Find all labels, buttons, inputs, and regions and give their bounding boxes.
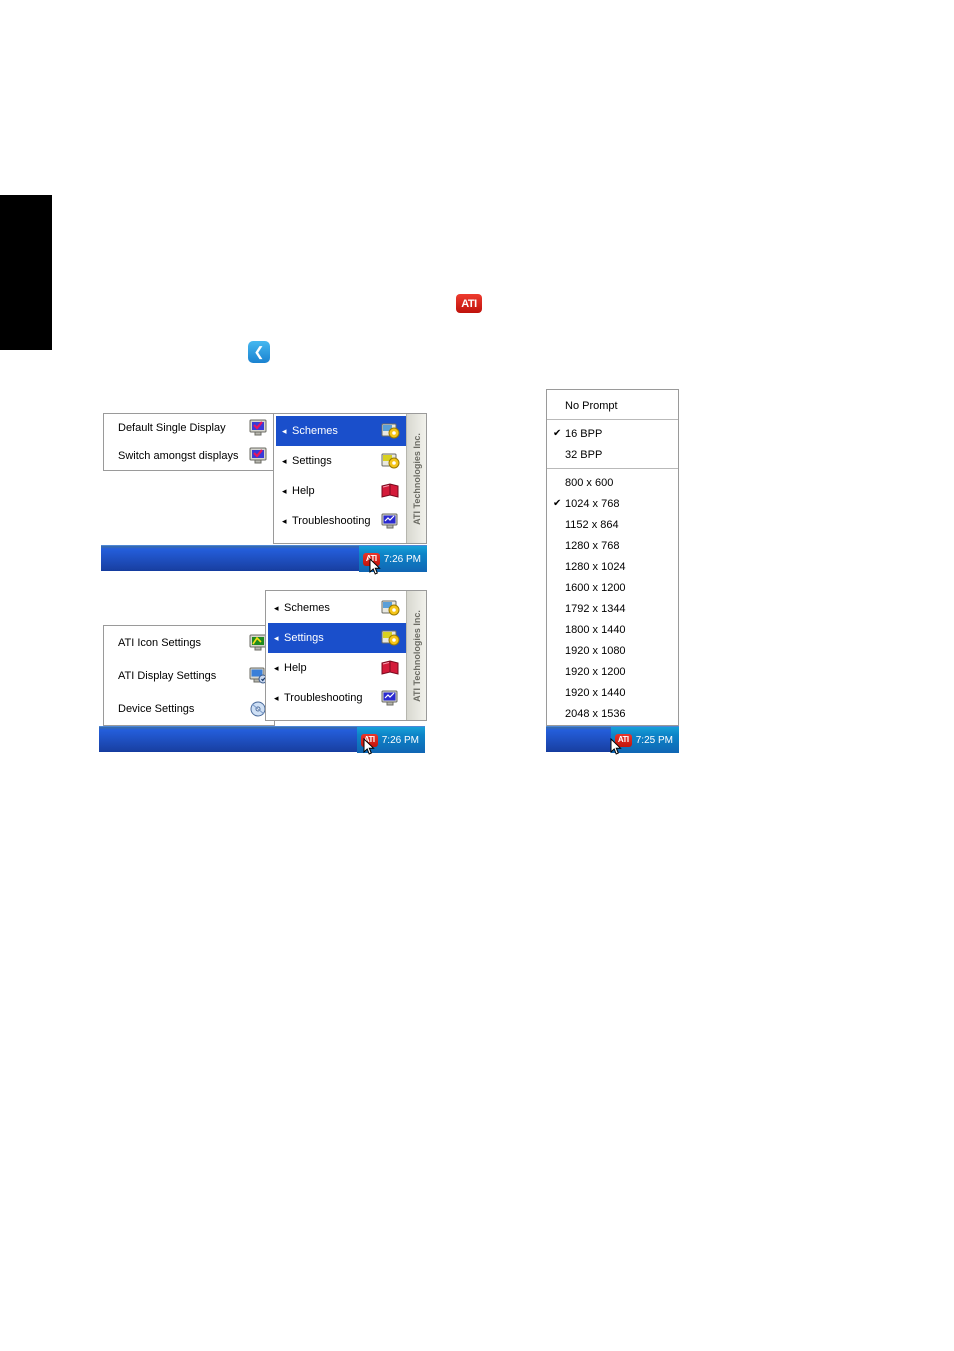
menu-c-item-1920x1080[interactable]: 1920 x 1080 <box>547 640 678 661</box>
menu-c-label-2-6: 1792 x 1344 <box>565 602 626 615</box>
menu-b-item-device-settings[interactable]: Device Settings <box>104 692 274 725</box>
menu-a-item-default-single-display[interactable]: Default Single Display <box>104 414 274 442</box>
menu-a-main-panel: ◂ Schemes ◂ Settings ◂ Help ◂ Troublesho… <box>273 413 427 544</box>
help-book-icon <box>380 659 400 677</box>
chevron-left-icon: ◂ <box>282 485 287 496</box>
chevron-left-icon: ◂ <box>274 662 279 673</box>
menu-b-right-label-1: Settings <box>284 632 324 644</box>
menu-c-item-1920x1200[interactable]: 1920 x 1200 <box>547 661 678 682</box>
menu-b-main-panel: ◂ Schemes ◂ Settings ◂ Help ◂ Troublesho… <box>265 590 427 721</box>
menu-a-left-panel: Default Single Display Switch amongst di… <box>103 413 275 471</box>
back-button-icon[interactable]: ❮ <box>248 341 270 363</box>
page-edge-tab <box>0 195 52 350</box>
menu-a-item-help[interactable]: ◂ Help <box>276 476 406 506</box>
chevron-left-icon: ◂ <box>274 632 279 643</box>
mouse-cursor-c <box>610 737 622 756</box>
menu-b-left-label-2: Device Settings <box>118 702 195 715</box>
menu-b-item-settings[interactable]: ◂ Settings <box>268 623 406 653</box>
menu-c-label-2-5: 1600 x 1200 <box>565 581 626 594</box>
menu-a-left-label-0: Default Single Display <box>118 422 226 434</box>
menu-c-item-1600x1200[interactable]: 1600 x 1200 <box>547 577 678 598</box>
menu-c-item-no-prompt[interactable]: No Prompt <box>547 393 678 419</box>
ati-banner-a-text: ATI Technologies Inc. <box>411 432 422 525</box>
menu-c-label-2-4: 1280 x 1024 <box>565 560 626 573</box>
ati-logo-icon: ATI <box>456 294 482 313</box>
taskbar-b: ATI 7:26 PM <box>99 726 425 753</box>
menu-c-label-0-0: No Prompt <box>565 400 618 412</box>
menu-a-right-label-1: Settings <box>292 455 332 467</box>
menu-a-item-schemes[interactable]: ◂ Schemes <box>276 416 406 446</box>
menu-a-right-label-0: Schemes <box>292 425 338 437</box>
menu-c-item-1800x1440[interactable]: 1800 x 1440 <box>547 619 678 640</box>
mouse-cursor-b <box>363 737 375 756</box>
troubleshooting-icon <box>380 689 400 707</box>
taskbar-b-clock: 7:26 PM <box>381 734 419 746</box>
menu-c-item-1792x1344[interactable]: 1792 x 1344 <box>547 598 678 619</box>
menu-b-left-panel: ATI Icon Settings ATI Display Settings D… <box>103 625 275 726</box>
schemes-icon <box>380 422 400 440</box>
ati-logo-glyph: ATI <box>456 294 482 313</box>
menu-c-item-1280x1024[interactable]: 1280 x 1024 <box>547 556 678 577</box>
menu-c-item-1024x768[interactable]: ✔ 1024 x 768 <box>547 493 678 514</box>
menu-c-label-2-8: 1920 x 1080 <box>565 644 626 657</box>
menu-c-label-1-0: 16 BPP <box>565 427 603 440</box>
menu-a-item-switch-amongst-displays[interactable]: Switch amongst displays <box>104 442 274 470</box>
menu-c-item-800x600[interactable]: 800 x 600 <box>547 472 678 493</box>
monitor-check-icon <box>248 419 268 437</box>
menu-b-right-label-3: Troubleshooting <box>284 692 363 704</box>
menu-c-item-1920x1440[interactable]: 1920 x 1440 <box>547 682 678 703</box>
menu-a-right-label-2: Help <box>292 485 315 497</box>
menu-a-item-settings[interactable]: ◂ Settings <box>276 446 406 476</box>
menu-b-item-troubleshooting[interactable]: ◂ Troubleshooting <box>268 683 406 713</box>
menu-b-left-label-1: ATI Display Settings <box>118 669 217 682</box>
check-icon: ✔ <box>553 427 562 439</box>
settings-icon <box>380 452 400 470</box>
menu-b-right-label-0: Schemes <box>284 602 330 614</box>
menu-a-right-label-3: Troubleshooting <box>292 515 371 527</box>
menu-c-item-1152x864[interactable]: 1152 x 864 <box>547 514 678 535</box>
menu-c-separator-1 <box>547 419 678 420</box>
menu-c-panel: No Prompt ✔ 16 BPP 32 BPP 800 x 600 ✔ 10… <box>546 389 679 726</box>
chevron-left-icon: ◂ <box>282 455 287 466</box>
schemes-icon <box>380 599 400 617</box>
back-arrow-glyph: ❮ <box>248 341 270 363</box>
menu-c-label-2-9: 1920 x 1200 <box>565 665 626 678</box>
menu-c-label-1-1: 32 BPP <box>565 448 603 461</box>
menu-c-label-2-1: 1024 x 768 <box>565 497 620 510</box>
menu-b-item-schemes[interactable]: ◂ Schemes <box>268 593 406 623</box>
menu-c-label-2-2: 1152 x 864 <box>565 518 619 531</box>
chevron-left-icon: ◂ <box>282 425 287 436</box>
monitor-check-icon <box>248 447 268 465</box>
check-icon: ✔ <box>553 497 562 509</box>
menu-c-label-2-3: 1280 x 768 <box>565 539 620 552</box>
chevron-left-icon: ◂ <box>274 602 279 613</box>
settings-icon <box>380 629 400 647</box>
menu-c-item-2048x1536[interactable]: 2048 x 1536 <box>547 703 678 724</box>
menu-c-label-2-11: 2048 x 1536 <box>565 707 626 720</box>
menu-c-label-2-0: 800 x 600 <box>565 476 614 489</box>
chevron-left-icon: ◂ <box>274 692 279 703</box>
menu-c-item-16-bpp[interactable]: ✔ 16 BPP <box>547 423 678 444</box>
menu-c-separator-2 <box>547 468 678 469</box>
taskbar-c-clock: 7:25 PM <box>635 734 673 746</box>
ati-banner-a: ATI Technologies Inc. <box>406 414 426 543</box>
mouse-cursor-a <box>369 557 381 576</box>
menu-c-label-2-7: 1800 x 1440 <box>565 623 626 636</box>
menu-a-item-troubleshooting[interactable]: ◂ Troubleshooting <box>276 506 406 536</box>
troubleshooting-icon <box>380 512 400 530</box>
help-book-icon <box>380 482 400 500</box>
menu-a-left-label-1: Switch amongst displays <box>118 450 239 462</box>
ati-banner-b: ATI Technologies Inc. <box>406 591 426 720</box>
menu-b-item-ati-icon-settings[interactable]: ATI Icon Settings <box>104 626 274 659</box>
ati-banner-b-text: ATI Technologies Inc. <box>411 609 422 702</box>
chevron-left-icon: ◂ <box>282 515 287 526</box>
menu-c-label-2-10: 1920 x 1440 <box>565 686 626 699</box>
menu-b-left-label-0: ATI Icon Settings <box>118 636 201 649</box>
menu-b-right-label-2: Help <box>284 662 307 674</box>
menu-b-item-help[interactable]: ◂ Help <box>268 653 406 683</box>
menu-b-item-ati-display-settings[interactable]: ATI Display Settings <box>104 659 274 692</box>
taskbar-a-clock: 7:26 PM <box>383 553 421 565</box>
menu-c-item-1280x768[interactable]: 1280 x 768 <box>547 535 678 556</box>
menu-c-item-32-bpp[interactable]: 32 BPP <box>547 444 678 465</box>
